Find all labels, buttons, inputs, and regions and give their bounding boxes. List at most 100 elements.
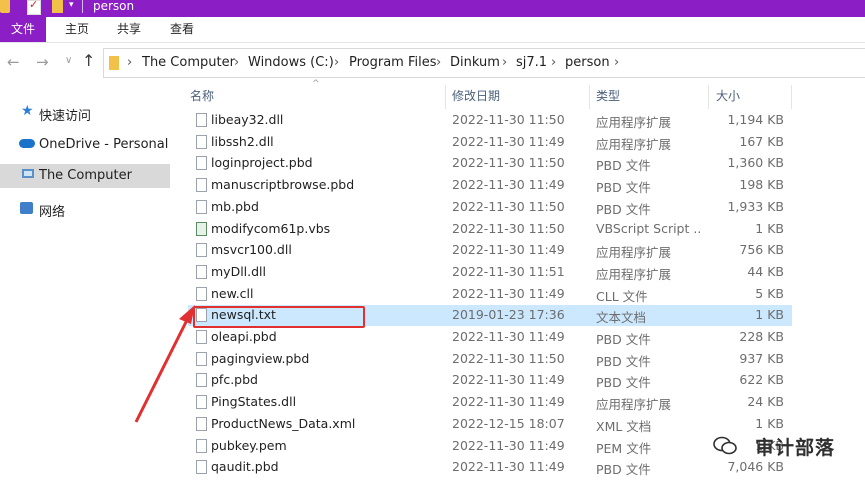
sidebar-item-label: The Computer	[39, 168, 132, 183]
folder-icon	[0, 0, 10, 13]
file-type: XML 文档	[596, 418, 652, 434]
file-name: pubkey.pem	[211, 437, 287, 453]
file-icon	[196, 308, 207, 323]
tab-view[interactable]: 查看	[154, 17, 210, 42]
file-type: PBD 文件	[596, 462, 651, 478]
column-header-name[interactable]: 名称	[190, 87, 214, 109]
file-date: 2022-11-30 11:50	[452, 112, 565, 127]
file-row[interactable]: msvcr100.dll 2022-11-30 11:49 应用程序扩展 756 KB	[188, 240, 792, 261]
file-name: mb.pbd	[211, 198, 259, 214]
breadcrumb-dinkum[interactable]: Dinkum	[450, 55, 500, 70]
computer-icon	[22, 169, 34, 178]
file-icon	[196, 460, 207, 475]
sidebar-item-quick-access[interactable]: ★ 快速访问	[0, 101, 170, 125]
file-size: 198 KB	[739, 177, 784, 193]
file-icon	[196, 221, 207, 236]
properties-check-icon[interactable]	[27, 0, 41, 15]
column-divider[interactable]	[791, 85, 792, 109]
column-divider[interactable]	[589, 85, 590, 109]
file-name: new.cll	[211, 285, 254, 301]
file-size: 1,360 KB	[727, 155, 784, 171]
file-size: 1,933 KB	[727, 198, 784, 214]
file-size: 1 KB	[755, 220, 784, 236]
up-arrow-icon[interactable]: ↑	[82, 51, 95, 70]
new-folder-icon[interactable]	[52, 0, 63, 13]
cloud-icon	[19, 139, 35, 148]
file-size: 228 KB	[739, 329, 784, 344]
recent-locations-chevron-icon[interactable]: ∨	[65, 55, 72, 66]
file-row[interactable]: loginproject.pbd 2022-11-30 11:50 PBD 文件 1,…	[188, 153, 792, 174]
sort-ascending-icon: ^	[312, 79, 320, 89]
file-date: 2022-11-30 11:49	[452, 285, 565, 301]
file-row[interactable]: modifycom61p.vbs 2022-11-30 11:50 VBScript…	[188, 219, 792, 240]
file-size: 5 KB	[755, 285, 784, 301]
forward-arrow-icon[interactable]: →	[36, 53, 49, 71]
column-header-size[interactable]: 大小	[716, 87, 740, 109]
address-bar[interactable]: › The Computer › Windows (C:) › Program …	[103, 48, 865, 78]
file-size: 44 KB	[747, 263, 784, 279]
chevron-right-icon[interactable]: ›	[436, 55, 441, 70]
breadcrumb-windows-c[interactable]: Windows (C:)	[248, 55, 334, 70]
file-row[interactable]: PingStates.dll 2022-11-30 11:49 应用程序扩展 24 K…	[188, 392, 792, 413]
file-type: PBD 文件	[596, 180, 651, 196]
file-type: CLL 文件	[596, 288, 648, 304]
file-date: 2022-11-30 11:49	[452, 394, 565, 410]
file-type: VBScript Script ...	[596, 220, 700, 236]
chevron-right-icon[interactable]: ›	[614, 55, 619, 70]
chevron-right-icon[interactable]: ›	[234, 55, 239, 70]
file-icon	[196, 286, 207, 301]
file-size: 24 KB	[747, 394, 784, 410]
file-row[interactable]: newsql.txt 2019-01-23 17:36 文本文档 1 KB	[188, 305, 792, 327]
breadcrumb-program-files[interactable]: Program Files	[349, 55, 437, 70]
star-icon: ★	[21, 103, 34, 119]
file-name: modifycom61p.vbs	[211, 220, 331, 236]
column-header-date[interactable]: 修改日期	[452, 87, 500, 109]
tab-file[interactable]: 文件	[0, 17, 46, 42]
file-type: 应用程序扩展	[596, 115, 672, 130]
file-icon	[196, 134, 207, 149]
file-name: PingStates.dll	[211, 394, 297, 410]
file-row[interactable]: myDll.dll 2022-11-30 11:51 应用程序扩展 44 KB	[188, 262, 792, 283]
chevron-right-icon[interactable]: ›	[334, 55, 339, 70]
sidebar-item-onedrive[interactable]: OneDrive - Personal	[0, 133, 170, 157]
file-icon	[196, 243, 207, 258]
file-icon	[196, 351, 207, 366]
file-date: 2022-11-30 11:49	[452, 459, 565, 475]
navigation-pane: ★ 快速访问 OneDrive - Personal The Computer …	[0, 82, 170, 485]
file-list: ^ 名称 修改日期 类型 大小 libeay32.dll 2022-11-30 1…	[188, 79, 865, 485]
file-row[interactable]: pagingview.pbd 2022-11-30 11:50 PBD 文件 937 …	[188, 349, 792, 370]
chevron-right-icon[interactable]: ›	[127, 55, 132, 70]
file-row[interactable]: ProductNews_Data.xml 2022-12-15 18:07 XML …	[188, 414, 792, 435]
file-row[interactable]: libeay32.dll 2022-11-30 11:50 应用程序扩展 1,194 …	[188, 110, 792, 131]
file-row[interactable]: new.cll 2022-11-30 11:49 CLL 文件 5 KB	[188, 284, 792, 305]
wechat-icon	[713, 436, 737, 455]
file-icon	[196, 199, 207, 214]
tab-home[interactable]: 主页	[50, 17, 104, 42]
file-date: 2022-11-30 11:50	[452, 155, 565, 171]
file-type: 应用程序扩展	[596, 266, 672, 282]
file-row[interactable]: qaudit.pbd 2022-11-30 11:49 PBD 文件 7,046 KB	[188, 457, 792, 478]
file-row[interactable]: mb.pbd 2022-11-30 11:50 PBD 文件 1,933 KB	[188, 197, 792, 218]
file-size: 7,046 KB	[727, 459, 784, 475]
chevron-right-icon[interactable]: ›	[551, 55, 556, 70]
back-arrow-icon[interactable]: ←	[7, 53, 20, 71]
breadcrumb-the-computer[interactable]: The Computer	[142, 55, 235, 70]
column-header-type[interactable]: 类型	[596, 87, 620, 109]
breadcrumb-person[interactable]: person	[565, 55, 610, 70]
chevron-right-icon[interactable]: ›	[502, 55, 507, 70]
file-row[interactable]: pfc.pbd 2022-11-30 11:49 PBD 文件 622 KB	[188, 370, 792, 391]
quick-access-dropdown-icon[interactable]: ▾	[69, 0, 74, 13]
column-divider[interactable]	[708, 85, 709, 109]
file-row[interactable]: libssh2.dll 2022-11-30 11:49 应用程序扩展 167 KB	[188, 132, 792, 153]
breadcrumb-sj71[interactable]: sj7.1	[516, 55, 547, 70]
sidebar-item-network[interactable]: 网络	[0, 197, 170, 221]
column-divider[interactable]	[445, 85, 446, 109]
file-row[interactable]: manuscriptbrowse.pbd 2022-11-30 11:49 PBD …	[188, 175, 792, 196]
tab-share[interactable]: 共享	[104, 17, 154, 42]
network-icon	[20, 202, 33, 214]
sidebar-item-the-computer[interactable]: The Computer	[0, 164, 170, 188]
file-type: PBD 文件	[596, 375, 651, 391]
file-row[interactable]: pubkey.pem 2022-11-30 11:49 PEM 文件 1 KB	[188, 436, 792, 457]
file-type: PEM 文件	[596, 440, 652, 456]
file-row[interactable]: oleapi.pbd 2022-11-30 11:49 PBD 文件 228 KB	[188, 327, 792, 348]
